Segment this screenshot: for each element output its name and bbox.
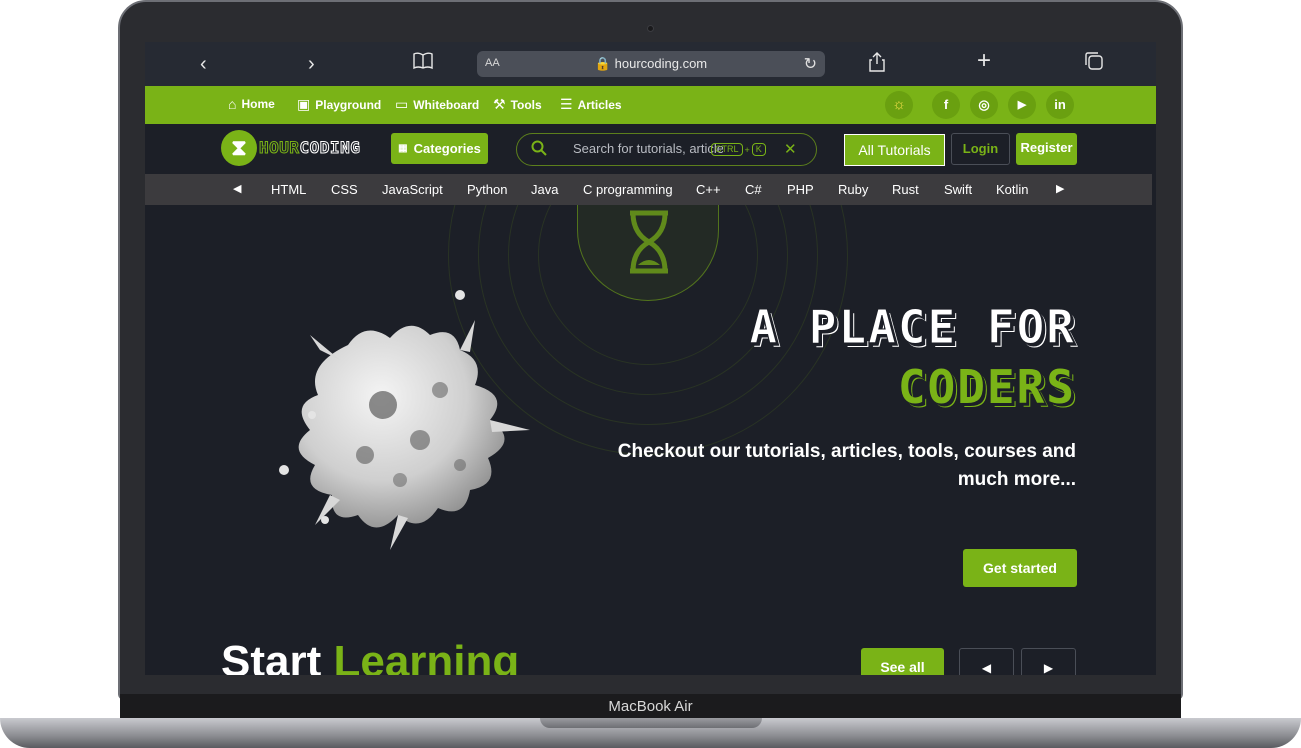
back-icon[interactable]: ‹ — [200, 52, 207, 76]
terminal-icon: ▣ — [297, 96, 311, 112]
lang-cpp[interactable]: C++ — [696, 182, 721, 197]
all-tutorials-button[interactable]: All Tutorials — [844, 134, 945, 166]
scroll-right-icon[interactable]: ▶ — [1056, 182, 1064, 195]
see-all-button[interactable]: See all — [861, 648, 944, 675]
nav-whiteboard[interactable]: ▭ Whiteboard — [395, 96, 479, 113]
hero-title-line2: CODERS — [897, 360, 1076, 414]
hourglass-logo-icon[interactable]: ⧗ — [221, 130, 257, 166]
facebook-icon[interactable]: f — [932, 91, 960, 119]
search-icon — [531, 140, 547, 161]
top-nav: ⌂ Home ▣ Playground ▭ Whiteboard ⚒ Tools… — [145, 86, 1156, 124]
linkedin-icon[interactable]: in — [1046, 91, 1074, 119]
scroll-left-icon[interactable]: ◀ — [233, 182, 241, 195]
hourglass-icon — [630, 210, 668, 274]
lang-html[interactable]: HTML — [271, 182, 306, 197]
logo-hour: HOUR — [259, 138, 300, 158]
hero-hourglass-badge — [577, 205, 719, 301]
hero-section: A PLACE FOR CODERS Checkout our tutorial… — [145, 205, 1156, 675]
new-tab-icon[interactable]: + — [977, 49, 991, 73]
lang-php[interactable]: PHP — [787, 182, 814, 197]
lang-java[interactable]: Java — [531, 182, 558, 197]
lang-kotlin[interactable]: Kotlin — [996, 182, 1029, 197]
start-learning-start: Start — [221, 637, 322, 675]
nav-home-label: Home — [241, 97, 275, 111]
lang-csharp[interactable]: C# — [745, 182, 762, 197]
clear-search-icon[interactable]: ✕ — [784, 140, 797, 158]
theme-toggle-sun-icon[interactable]: ☼ — [885, 91, 913, 119]
register-button[interactable]: Register — [1016, 133, 1077, 165]
bookmarks-icon[interactable] — [413, 52, 433, 76]
nav-tools[interactable]: ⚒ Tools — [493, 96, 542, 113]
logo-coding: CODING — [299, 138, 361, 158]
site-header: ⧗ HOURCODING ▦ Categories CTRL + K ✕ All… — [145, 124, 1156, 174]
lang-swift[interactable]: Swift — [944, 182, 972, 197]
tabs-overview-icon[interactable] — [1085, 52, 1103, 76]
youtube-icon[interactable]: ▶ — [1008, 91, 1036, 119]
forward-icon[interactable]: › — [308, 52, 315, 76]
kbd-plus: + — [744, 144, 750, 155]
lang-ruby[interactable]: Ruby — [838, 182, 868, 197]
search-input[interactable] — [573, 141, 723, 156]
start-learning-accent: Learning — [333, 637, 520, 675]
hero-subtitle: Checkout our tutorials, articles, tools,… — [617, 441, 1076, 490]
categories-button[interactable]: ▦ Categories — [391, 133, 488, 164]
lang-css[interactable]: CSS — [331, 182, 358, 197]
laptop-notch — [540, 718, 762, 728]
kbd-k: K — [751, 143, 766, 156]
reload-icon[interactable]: ↻ — [804, 54, 817, 74]
lang-javascript[interactable]: JavaScript — [382, 182, 443, 197]
categories-label: Categories — [413, 141, 481, 156]
lang-python[interactable]: Python — [467, 182, 507, 197]
nav-articles-label: Articles — [577, 97, 622, 112]
nav-tools-label: Tools — [510, 97, 542, 112]
url-text[interactable]: 🔒 hourcoding.com — [477, 56, 825, 72]
articles-icon: ☰ — [560, 96, 573, 112]
nav-whiteboard-label: Whiteboard — [413, 97, 480, 112]
lang-c[interactable]: C programming — [583, 182, 673, 197]
nav-playground-label: Playground — [315, 97, 382, 112]
language-strip: ◀ HTML CSS JavaScript Python Java C prog… — [145, 174, 1152, 205]
splash-illustration — [279, 290, 530, 550]
nav-articles[interactable]: ☰ Articles — [560, 96, 622, 113]
site-logo[interactable]: HOURCODING — [259, 138, 361, 158]
home-icon: ⌂ — [228, 96, 237, 112]
nav-playground[interactable]: ▣ Playground — [297, 96, 381, 113]
lang-rust[interactable]: Rust — [892, 182, 919, 197]
login-button[interactable]: Login — [951, 133, 1010, 165]
browser-toolbar: ‹ › AA 🔒 hourcoding.com ↻ + — [145, 42, 1156, 86]
device-label: MacBook Air — [608, 698, 693, 715]
grid-icon: ▦ — [398, 143, 408, 154]
start-learning-title: Start Learning — [221, 637, 519, 675]
carousel-prev-icon[interactable]: ◀ — [959, 648, 1014, 675]
screen: ‹ › AA 🔒 hourcoding.com ↻ + ⌂ Home ▣ Pla… — [145, 42, 1156, 675]
kbd-ctrl: CTRL — [711, 143, 743, 156]
search-shortcut: CTRL + K — [711, 143, 766, 156]
instagram-icon[interactable]: ◎ — [970, 91, 998, 119]
tools-icon: ⚒ — [493, 96, 506, 112]
hero-title-line1: A PLACE FOR — [749, 300, 1076, 355]
get-started-button[interactable]: Get started — [963, 549, 1077, 587]
address-bar[interactable]: AA 🔒 hourcoding.com ↻ — [477, 51, 825, 77]
nav-home[interactable]: ⌂ Home — [228, 96, 275, 112]
search-box[interactable]: CTRL + K ✕ — [516, 133, 817, 166]
share-icon[interactable] — [869, 52, 885, 78]
carousel-next-icon[interactable]: ▶ — [1021, 648, 1076, 675]
camera — [647, 25, 654, 32]
whiteboard-icon: ▭ — [395, 96, 409, 112]
